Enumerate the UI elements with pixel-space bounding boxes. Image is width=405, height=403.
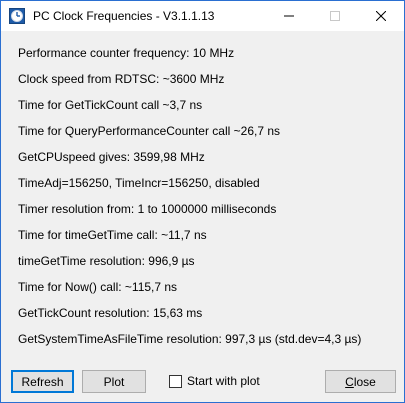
app-window: PC Clock Frequencies - V3.1.1.13 Perform… — [0, 0, 405, 403]
info-timegettime-resolution: timeGetTime resolution: 996,9 µs — [18, 254, 195, 268]
info-clock-speed-rdtsc: Clock speed from RDTSC: ~3600 MHz — [18, 72, 225, 86]
info-getsystemtimeasfiletime-resolution: GetSystemTimeAsFileTime resolution: 997,… — [18, 332, 362, 346]
info-now-call-time: Time for Now() call: ~115,7 ns — [18, 280, 178, 294]
plot-button-label: Plot — [103, 374, 125, 389]
info-performance-counter-frequency: Performance counter frequency: 10 MHz — [18, 46, 235, 60]
plot-button[interactable]: Plot — [82, 370, 146, 393]
maximize-button[interactable] — [312, 1, 358, 31]
close-icon — [376, 11, 386, 21]
start-with-plot-checkbox[interactable]: Start with plot — [169, 373, 260, 389]
checkbox-box[interactable] — [169, 374, 182, 388]
info-timegettime-call-time: Time for timeGetTime call: ~11,7 ns — [18, 228, 207, 242]
refresh-button[interactable]: Refresh — [11, 370, 74, 393]
close-button-label: lose — [353, 374, 376, 389]
maximize-icon — [330, 11, 340, 21]
window-title: PC Clock Frequencies - V3.1.1.13 — [33, 9, 215, 23]
info-qpc-call-time: Time for QueryPerformanceCounter call ~2… — [18, 124, 281, 138]
minimize-button[interactable] — [266, 1, 312, 31]
title-bar[interactable]: PC Clock Frequencies - V3.1.1.13 — [1, 1, 404, 31]
info-timer-resolution: Timer resolution from: 1 to 1000000 mill… — [18, 202, 277, 216]
refresh-button-label: Refresh — [21, 374, 64, 389]
start-with-plot-label: Start with plot — [187, 374, 260, 388]
clock-icon[interactable] — [9, 8, 25, 24]
close-button-mnemonic: C — [345, 374, 354, 389]
client-area: Performance counter frequency: 10 MHz Cl… — [1, 31, 404, 402]
minimize-icon — [284, 15, 294, 17]
info-gettickcount-call-time: Time for GetTickCount call ~3,7 ns — [18, 98, 203, 112]
info-timeadj: TimeAdj=156250, TimeIncr=156250, disable… — [18, 176, 260, 190]
info-getcpuspeed: GetCPUspeed gives: 3599,98 MHz — [18, 150, 205, 164]
close-button[interactable]: Close — [325, 370, 396, 393]
info-gettickcount-resolution: GetTickCount resolution: 15,63 ms — [18, 306, 203, 320]
close-window-button[interactable] — [358, 1, 404, 31]
